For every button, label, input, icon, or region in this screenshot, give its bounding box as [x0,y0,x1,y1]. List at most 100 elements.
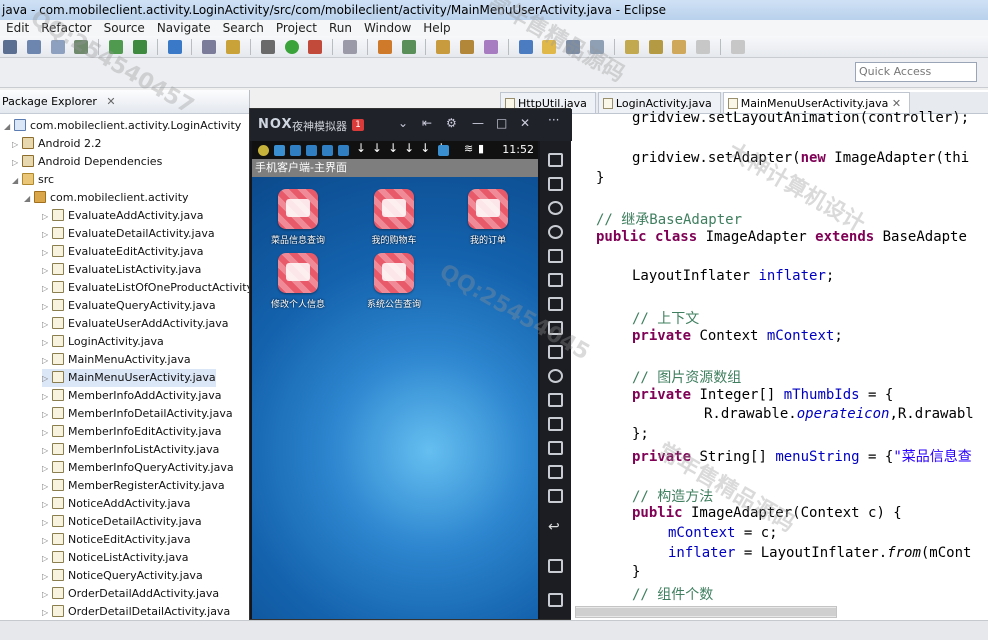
expand-arrow-icon[interactable]: ▷ [42,478,52,496]
java-file-item[interactable]: ▷ EvaluateEditActivity.java [42,243,203,261]
new-package-icon[interactable] [401,40,416,54]
java-file-item[interactable]: ▷ MainMenuUserActivity.java [42,369,216,387]
block-selection-icon[interactable] [566,40,581,54]
dish-info-icon[interactable] [278,189,318,229]
java-file-item[interactable]: ▷ NoticeListActivity.java [42,549,188,567]
scissors-icon[interactable] [548,201,563,215]
search-icon[interactable] [483,40,498,54]
expand-arrow-icon[interactable]: ◢ [24,190,34,208]
expand-arrow-icon[interactable]: ◢ [4,118,14,136]
expand-arrow-icon[interactable]: ▷ [42,586,52,604]
pin-editor-icon[interactable] [730,40,745,54]
package-icon[interactable] [226,40,241,54]
java-file-item[interactable]: ▷ MemberInfoEditActivity.java [42,423,221,441]
chevron-down-icon[interactable]: ⌄ [398,116,408,130]
maximize-icon[interactable]: □ [496,116,507,130]
save-icon[interactable] [26,40,41,54]
avd-manager-icon[interactable] [132,40,147,54]
minimize-icon[interactable]: — [472,116,484,130]
apk-icon[interactable] [548,345,563,359]
volume-up-icon[interactable] [548,297,563,311]
run-icon[interactable] [284,40,299,54]
java-file-item[interactable]: ▷ MemberInfoDetailActivity.java [42,405,233,423]
java-file-item[interactable]: ▷ EvaluateListActivity.java [42,261,201,279]
more-icon[interactable]: ··· [548,113,559,127]
pin-icon[interactable]: ⇤ [422,116,432,130]
project-node[interactable]: ◢ com.mobileclient.activity.LoginActivity [4,117,241,135]
library-node[interactable]: ▷ Android 2.2 [12,135,102,153]
multi-instance-icon[interactable] [548,441,563,455]
menu-run[interactable]: Run [323,20,358,36]
java-file-item[interactable]: ▷ EvaluateListOfOneProductActivity.j [42,279,258,297]
macro-icon[interactable] [548,489,563,503]
robot-icon[interactable] [548,177,563,191]
expand-arrow-icon[interactable]: ▷ [42,388,52,406]
save-all-icon[interactable] [50,40,65,54]
volume-down-icon[interactable] [548,321,563,335]
expand-arrow-icon[interactable]: ◢ [12,172,22,190]
code-area[interactable]: gridview.setLayoutAnimation(controller);… [590,110,988,604]
java-file-item[interactable]: ▷ NoticeQueryActivity.java [42,567,203,585]
source-folder-node[interactable]: ◢ src [12,171,54,189]
screenshot-icon[interactable] [548,393,563,407]
rotate-icon[interactable] [548,153,563,167]
external-tools-icon[interactable] [308,40,323,54]
gear-icon[interactable]: ⚙ [446,116,457,130]
mark-occurrences-icon[interactable] [542,40,557,54]
expand-arrow-icon[interactable]: ▷ [42,406,52,424]
recent-apps-icon[interactable] [548,593,563,607]
expand-arrow-icon[interactable]: ▷ [42,244,52,262]
java-file-item[interactable]: ▷ OrderDetailDetailActivity.java [42,603,230,621]
next-annotation-icon[interactable] [518,40,533,54]
expand-arrow-icon[interactable]: ▷ [12,136,22,154]
expand-arrow-icon[interactable]: ▷ [42,208,52,226]
expand-arrow-icon[interactable]: ▷ [42,370,52,388]
menu-search[interactable]: Search [217,20,270,36]
show-whitespace-icon[interactable] [590,40,605,54]
camera-icon[interactable] [548,417,563,431]
last-edit-icon[interactable] [648,40,663,54]
open-folder-icon[interactable] [436,40,451,54]
open-file-icon[interactable] [460,40,475,54]
forward-icon[interactable] [696,40,711,54]
menu-icon[interactable] [548,465,563,479]
menu-navigate[interactable]: Navigate [151,20,217,36]
menu-project[interactable]: Project [270,20,323,36]
quick-access-input[interactable]: Quick Access [855,62,977,82]
java-file-item[interactable]: ▷ MainMenuActivity.java [42,351,191,369]
shake-icon[interactable] [548,369,563,383]
expand-arrow-icon[interactable]: ▷ [42,298,52,316]
close-icon[interactable]: ✕ [892,97,901,110]
android-sdk-icon[interactable] [109,40,124,54]
location-icon[interactable] [548,225,563,239]
java-file-item[interactable]: ▷ NoticeAddActivity.java [42,495,191,513]
menu-help[interactable]: Help [417,20,456,36]
java-file-item[interactable]: ▷ EvaluateUserAddActivity.java [42,315,229,333]
java-file-item[interactable]: ▷ NoticeEditActivity.java [42,531,191,549]
package-node[interactable]: ◢ com.mobileclient.activity [24,189,189,207]
expand-arrow-icon[interactable]: ▷ [42,262,52,280]
close-icon[interactable]: ✕ [520,116,530,130]
java-file-item[interactable]: ▷ MemberInfoQueryActivity.java [42,459,234,477]
home-icon[interactable] [548,559,563,573]
expand-arrow-icon[interactable]: ▷ [42,280,52,298]
expand-arrow-icon[interactable]: ▷ [42,568,52,586]
back-icon[interactable]: ↩ [548,519,563,535]
expand-arrow-icon[interactable]: ▷ [42,334,52,352]
open-type-icon[interactable] [343,40,358,54]
fullscreen-icon[interactable] [548,273,563,287]
expand-arrow-icon[interactable]: ▷ [42,352,52,370]
java-file-item[interactable]: ▷ LoginActivity.java [42,333,164,351]
java-file-item[interactable]: ▷ NoticeDetailActivity.java [42,513,202,531]
expand-arrow-icon[interactable]: ▷ [42,316,52,334]
menu-window[interactable]: Window [358,20,417,36]
print-icon[interactable] [74,40,89,54]
expand-arrow-icon[interactable]: ▷ [42,514,52,532]
java-file-item[interactable]: ▷ MemberInfoAddActivity.java [42,387,221,405]
expand-arrow-icon[interactable]: ▷ [42,550,52,568]
new-icon[interactable] [3,40,17,54]
expand-arrow-icon[interactable]: ▷ [42,496,52,514]
java-file-item[interactable]: ▷ EvaluateQueryActivity.java [42,297,216,315]
shopping-cart-icon[interactable] [374,189,414,229]
expand-arrow-icon[interactable]: ▷ [42,226,52,244]
